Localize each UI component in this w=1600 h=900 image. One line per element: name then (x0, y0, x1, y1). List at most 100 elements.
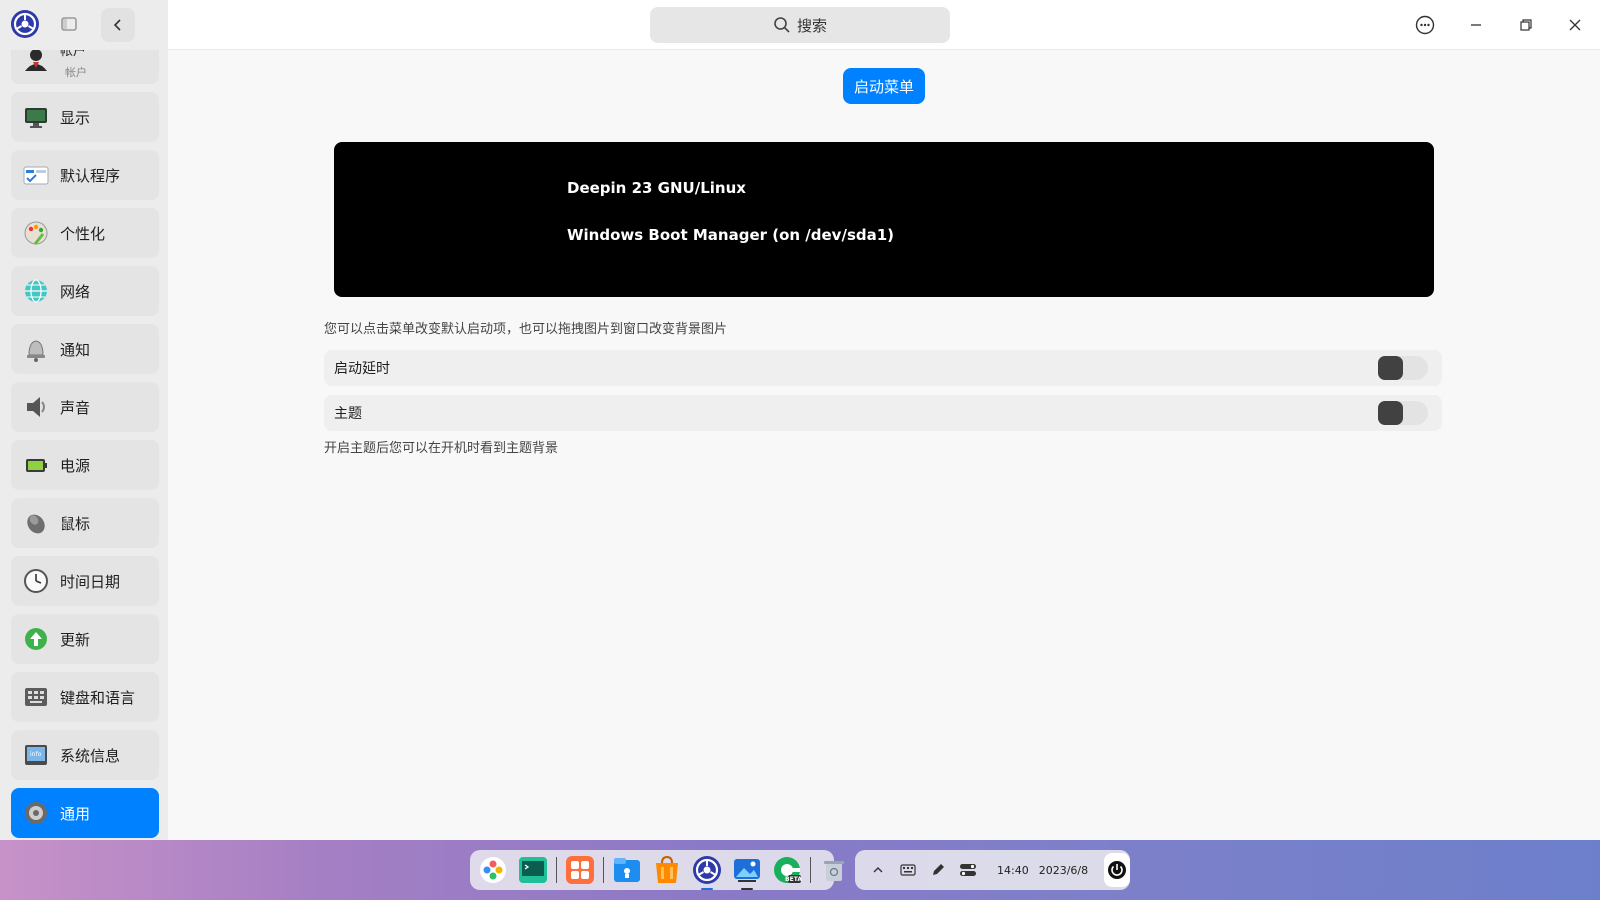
boot-menu-preview[interactable]: Deepin 23 GNU/Linux Windows Boot Manager… (334, 142, 1434, 297)
close-icon (1569, 19, 1581, 31)
sidebar-item-label: 显示 (60, 108, 91, 127)
search-box[interactable]: 搜索 (650, 7, 950, 43)
system-tray: 14:40 2023/6/8 (855, 850, 1130, 890)
close-button[interactable] (1560, 10, 1590, 40)
sidebar-item-label: 电源 (60, 456, 91, 475)
system-info-icon: info (23, 742, 49, 768)
minimize-icon (1471, 24, 1481, 26)
control-center-icon[interactable] (690, 853, 724, 890)
control-center-logo-icon (10, 9, 40, 39)
update-icon (23, 626, 49, 652)
boot-entry-windows[interactable]: Windows Boot Manager (on /dev/sda1) (567, 226, 894, 244)
personalization-icon (23, 220, 49, 246)
trash-icon[interactable] (817, 853, 851, 887)
general-icon (23, 800, 49, 826)
setting-label: 主题 (334, 406, 362, 422)
setting-label: 启动延时 (334, 361, 390, 377)
dock: BETA 14:40 2023/6/8 (0, 840, 1600, 900)
shutdown-button[interactable] (1104, 853, 1130, 887)
search-icon (774, 17, 790, 33)
sidebar-item-notification[interactable]: 通知 (11, 324, 159, 374)
sidebar-item-datetime[interactable]: 时间日期 (11, 556, 159, 606)
toggle-switches-icon (960, 864, 976, 876)
sidebar-item-keyboard[interactable]: 键盘和语言 (11, 672, 159, 722)
back-button[interactable] (101, 8, 135, 42)
restore-button[interactable] (1511, 10, 1541, 40)
control-toggles-button[interactable] (953, 855, 983, 885)
sidebar-item-label: 网络 (60, 282, 91, 301)
sidebar-item-label: 时间日期 (60, 572, 121, 591)
clock-icon (23, 568, 49, 594)
title-bar: 搜索 (168, 0, 1600, 50)
mouse-icon (23, 510, 49, 536)
power-icon (1108, 861, 1127, 879)
display-icon (23, 104, 49, 130)
dock-separator (556, 857, 557, 883)
sidebar-item-label: 更新 (60, 630, 91, 649)
sidebar-item-personalization[interactable]: 个性化 (11, 208, 159, 258)
running-indicator (741, 888, 753, 890)
beta-badge: BETA (785, 876, 802, 883)
dock-apps: BETA (470, 850, 844, 890)
notification-icon (23, 336, 49, 362)
running-indicator (701, 888, 713, 890)
chevron-up-icon (873, 867, 883, 873)
sidebar-item-sound[interactable]: 声音 (11, 382, 159, 432)
restore-icon (1520, 19, 1532, 31)
terminal-icon[interactable] (516, 853, 550, 887)
image-viewer-icon[interactable] (730, 853, 764, 890)
svg-text:info: info (30, 751, 42, 758)
browser-icon[interactable]: BETA (770, 853, 804, 887)
sidebar-item-power[interactable]: 电源 (11, 440, 159, 490)
power-icon (23, 452, 49, 478)
boot-menu-button[interactable]: 启动菜单 (843, 68, 925, 104)
more-icon (1415, 15, 1435, 35)
pen-icon (933, 864, 944, 875)
sidebar-item-label: 默认程序 (60, 166, 121, 185)
minimize-button[interactable] (1461, 10, 1491, 40)
tray-clock[interactable]: 14:40 2023/6/8 (997, 864, 1088, 877)
sidebar-item-general[interactable]: 通用 (11, 788, 159, 838)
tray-date: 2023/6/8 (1038, 863, 1089, 877)
app-store-icon[interactable] (563, 853, 597, 887)
sidebar-item-label: 键盘和语言 (60, 688, 136, 707)
file-manager-icon[interactable] (610, 853, 644, 887)
toggle-knob (1378, 356, 1403, 380)
search-placeholder: 搜索 (796, 16, 827, 35)
keyboard-layout-icon (900, 864, 916, 876)
sidebar-item-label: 系统信息 (60, 746, 121, 765)
sidebar-item-default-apps[interactable]: 默认程序 (11, 150, 159, 200)
sidebar-item-label: 鼠标 (60, 514, 91, 533)
sidebar-list: 帐户 帐户 显示 默认程序 个性化 网络 通知 声音 电源 鼠标 时间日期 更新… (11, 34, 159, 840)
pen-tray-button[interactable] (923, 855, 953, 885)
tray-time: 14:40 (997, 863, 1029, 877)
sidebar-toggle-icon[interactable] (60, 15, 78, 33)
sidebar-item-system-info[interactable]: info 系统信息 (11, 730, 159, 780)
sidebar-item-label: 声音 (60, 398, 91, 417)
keyboard-tray-button[interactable] (893, 855, 923, 885)
sidebar-item-network[interactable]: 网络 (11, 266, 159, 316)
sidebar-header (0, 0, 168, 50)
deepin-store-icon[interactable] (650, 853, 684, 887)
boot-delay-toggle[interactable] (1378, 356, 1428, 380)
setting-row-boot-delay: 启动延时 (324, 350, 1442, 386)
boot-entry-deepin[interactable]: Deepin 23 GNU/Linux (567, 179, 746, 197)
sound-icon (23, 394, 49, 420)
sidebar-item-label: 个性化 (60, 224, 106, 243)
sidebar: 帐户 帐户 显示 默认程序 个性化 网络 通知 声音 电源 鼠标 时间日期 更新… (0, 0, 168, 840)
default-apps-icon (23, 162, 49, 188)
dock-separator (603, 857, 604, 883)
chevron-left-icon (113, 19, 121, 31)
boot-menu-hint: 您可以点击菜单改变默认启动项，也可以拖拽图片到窗口改变背景图片 (324, 322, 728, 337)
sidebar-item-display[interactable]: 显示 (11, 92, 159, 142)
theme-toggle[interactable] (1378, 401, 1428, 425)
sidebar-item-mouse[interactable]: 鼠标 (11, 498, 159, 548)
network-icon (23, 278, 49, 304)
sidebar-item-label: 通用 (60, 804, 91, 823)
dock-separator (810, 857, 811, 883)
main-content: 启动菜单 Deepin 23 GNU/Linux Windows Boot Ma… (168, 51, 1600, 840)
tray-expand-button[interactable] (863, 855, 893, 885)
sidebar-item-update[interactable]: 更新 (11, 614, 159, 664)
more-menu-button[interactable] (1410, 10, 1440, 40)
launcher-icon[interactable] (476, 853, 510, 887)
